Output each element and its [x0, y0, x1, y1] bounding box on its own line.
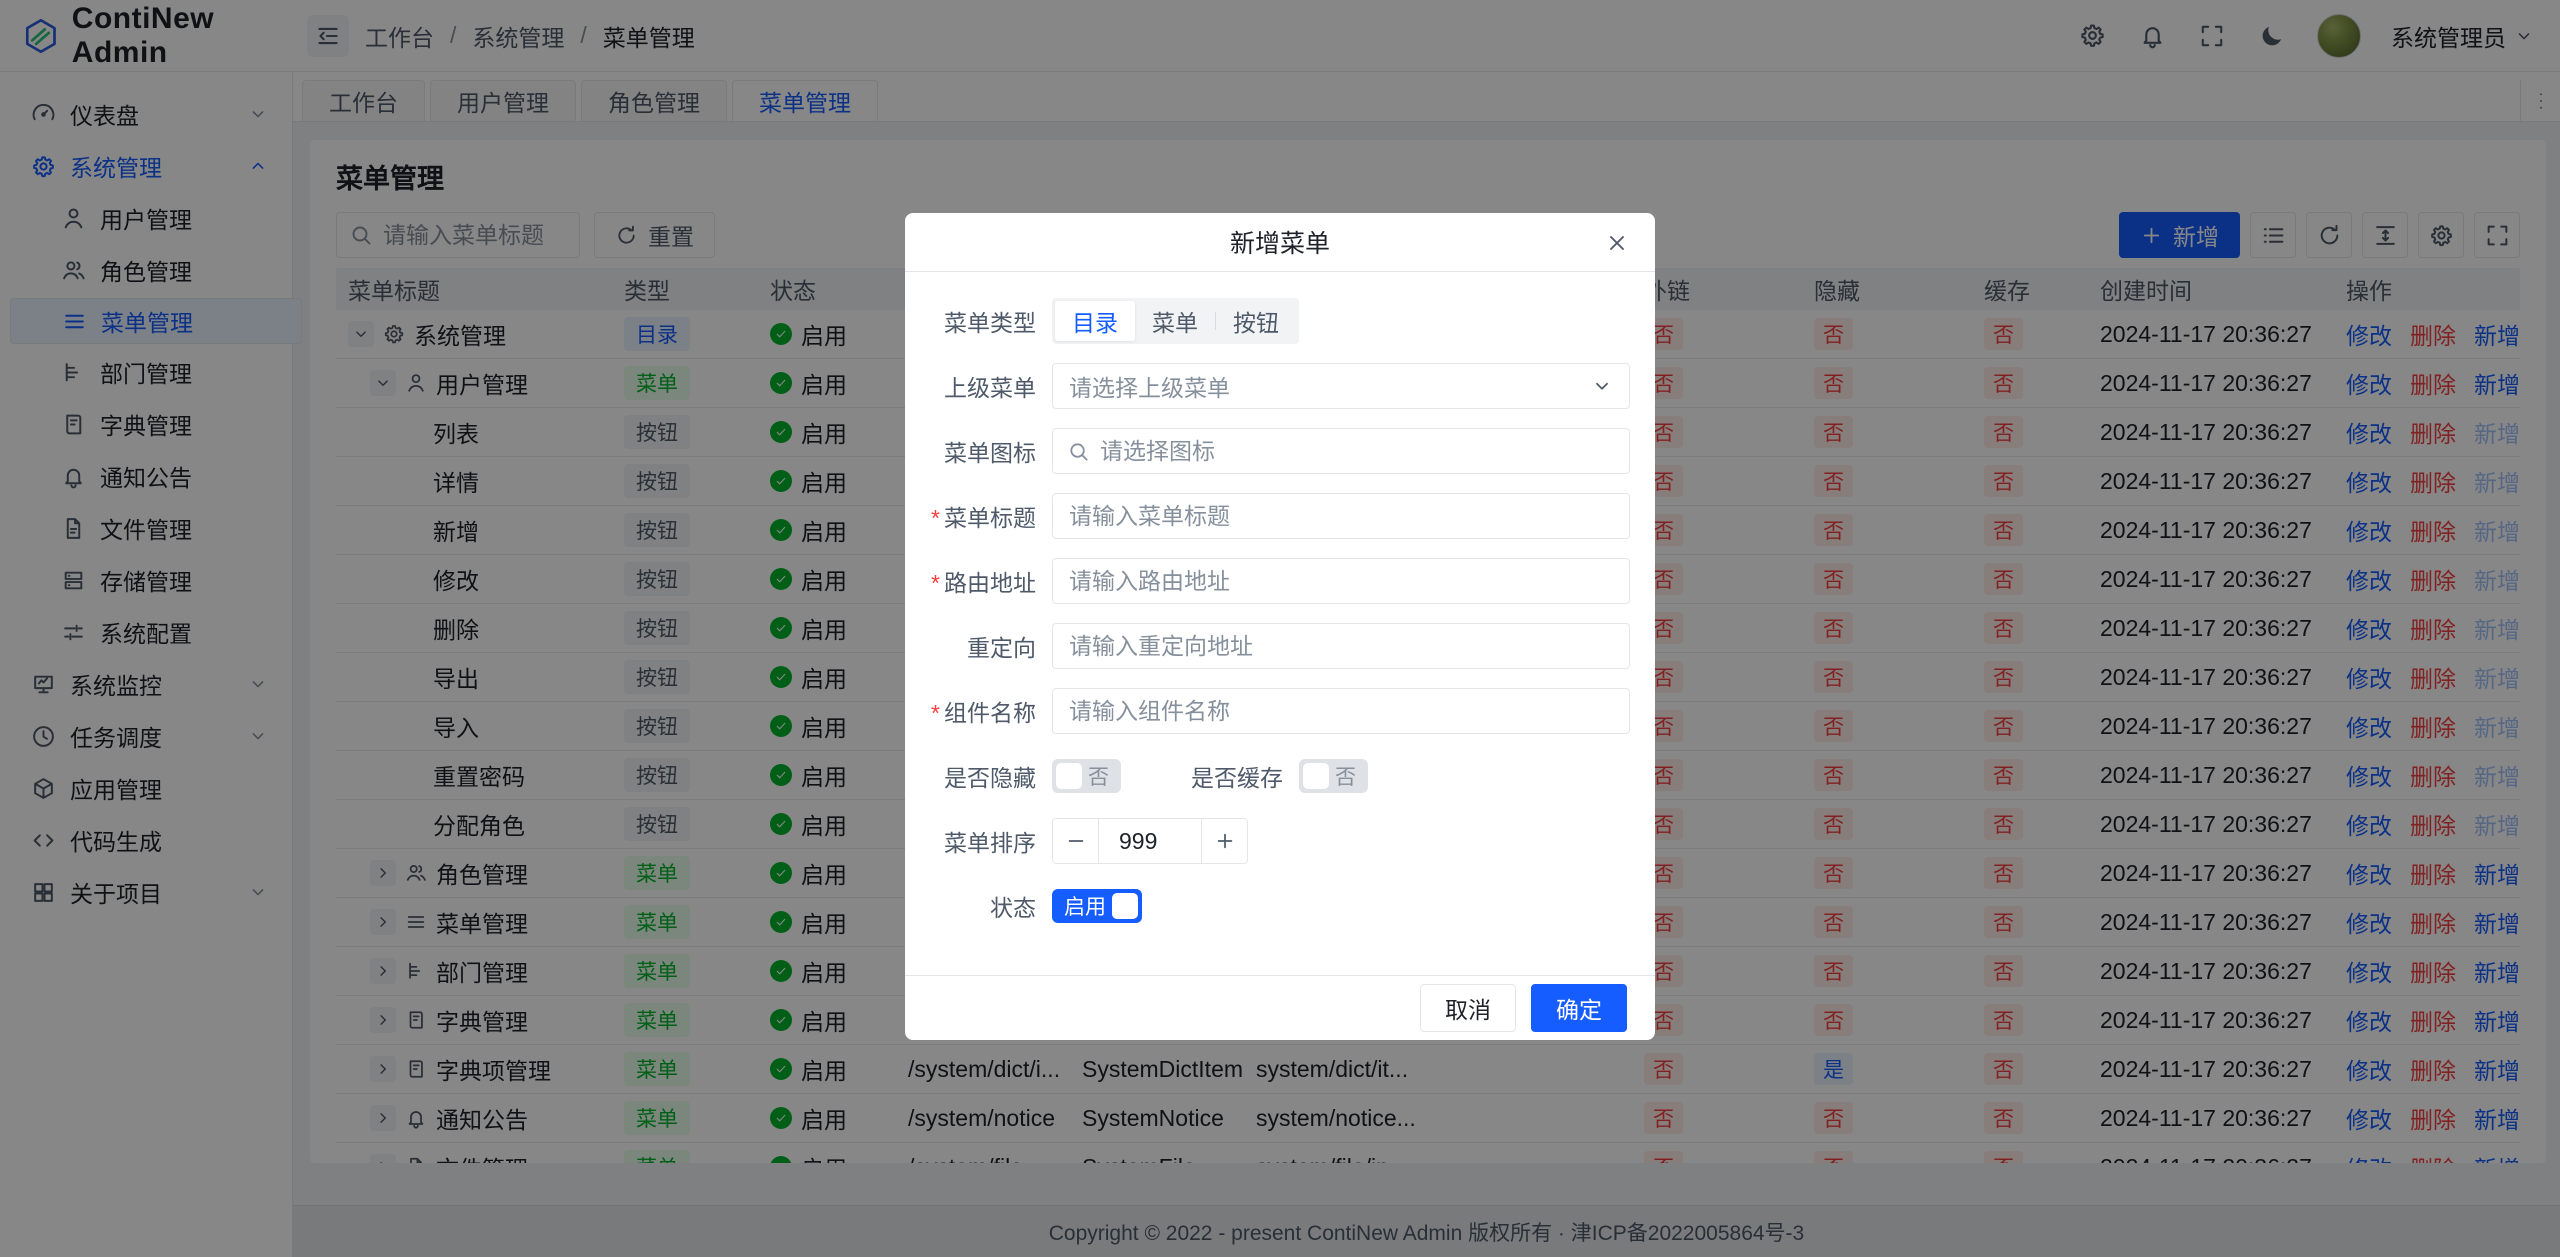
switch-knob: [1303, 763, 1329, 789]
field-status: 状态 启用: [930, 883, 1630, 929]
cache-switch-value: 否: [1335, 761, 1356, 791]
sort-stepper: 999: [1052, 818, 1248, 864]
radio-option-directory[interactable]: 目录: [1055, 301, 1135, 341]
hide-switch-value: 否: [1088, 761, 1109, 791]
parent-menu-placeholder: 请选择上级菜单: [1069, 369, 1230, 403]
cache-switch[interactable]: 否: [1299, 759, 1368, 793]
sort-label: 菜单排序: [930, 824, 1036, 858]
parent-menu-select[interactable]: 请选择上级菜单: [1052, 363, 1630, 409]
parent-menu-label: 上级菜单: [930, 369, 1036, 403]
minus-icon[interactable]: [1053, 819, 1098, 863]
redirect-label: 重定向: [930, 629, 1036, 663]
component-label: 组件名称: [930, 694, 1036, 728]
field-menu-type: 菜单类型 目录 菜单 按钮: [930, 298, 1630, 344]
redirect-input[interactable]: [1052, 623, 1630, 669]
status-switch-value: 启用: [1064, 891, 1106, 921]
field-component: 组件名称: [930, 688, 1630, 734]
confirm-button[interactable]: 确定: [1531, 984, 1627, 1032]
radio-option-button[interactable]: 按钮: [1216, 301, 1296, 341]
field-switches: 是否隐藏 否 是否缓存 否: [930, 753, 1630, 799]
status-label: 状态: [930, 889, 1036, 923]
modal-title: 新增菜单: [1230, 224, 1330, 260]
menu-title-label: 菜单标题: [930, 499, 1036, 533]
field-menu-title: 菜单标题: [930, 493, 1630, 539]
switch-knob: [1112, 893, 1138, 919]
menu-icon-label: 菜单图标: [930, 434, 1036, 468]
close-icon[interactable]: [1603, 229, 1631, 257]
add-menu-modal: 新增菜单 菜单类型 目录 菜单 按钮 上级菜单 请选择上级菜单: [905, 213, 1655, 1040]
chevron-down-icon: [1591, 375, 1613, 397]
menu-icon-input[interactable]: [1100, 438, 1615, 465]
modal-footer: 取消 确定: [905, 975, 1655, 1040]
component-input[interactable]: [1052, 688, 1630, 734]
hide-switch[interactable]: 否: [1052, 759, 1121, 793]
cancel-button[interactable]: 取消: [1420, 984, 1516, 1032]
status-switch[interactable]: 启用: [1052, 889, 1142, 923]
field-sort: 菜单排序 999: [930, 818, 1630, 864]
plus-icon[interactable]: [1202, 819, 1247, 863]
menu-title-input[interactable]: [1052, 493, 1630, 539]
menu-type-radio-group: 目录 菜单 按钮: [1052, 298, 1299, 344]
menu-icon-picker[interactable]: [1052, 428, 1630, 474]
modal-body: 菜单类型 目录 菜单 按钮 上级菜单 请选择上级菜单 菜单图标: [905, 272, 1655, 975]
menu-type-label: 菜单类型: [930, 304, 1036, 338]
cache-switch-label: 是否缓存: [1191, 759, 1283, 793]
hide-switch-label: 是否隐藏: [930, 759, 1036, 793]
radio-option-menu[interactable]: 菜单: [1135, 301, 1215, 341]
field-route: 路由地址: [930, 558, 1630, 604]
search-icon: [1067, 440, 1090, 463]
field-menu-icon: 菜单图标: [930, 428, 1630, 474]
sort-value[interactable]: 999: [1098, 819, 1202, 863]
field-redirect: 重定向: [930, 623, 1630, 669]
modal-header: 新增菜单: [905, 213, 1655, 272]
field-parent-menu: 上级菜单 请选择上级菜单: [930, 363, 1630, 409]
route-input[interactable]: [1052, 558, 1630, 604]
switch-knob: [1056, 763, 1082, 789]
route-label: 路由地址: [930, 564, 1036, 598]
